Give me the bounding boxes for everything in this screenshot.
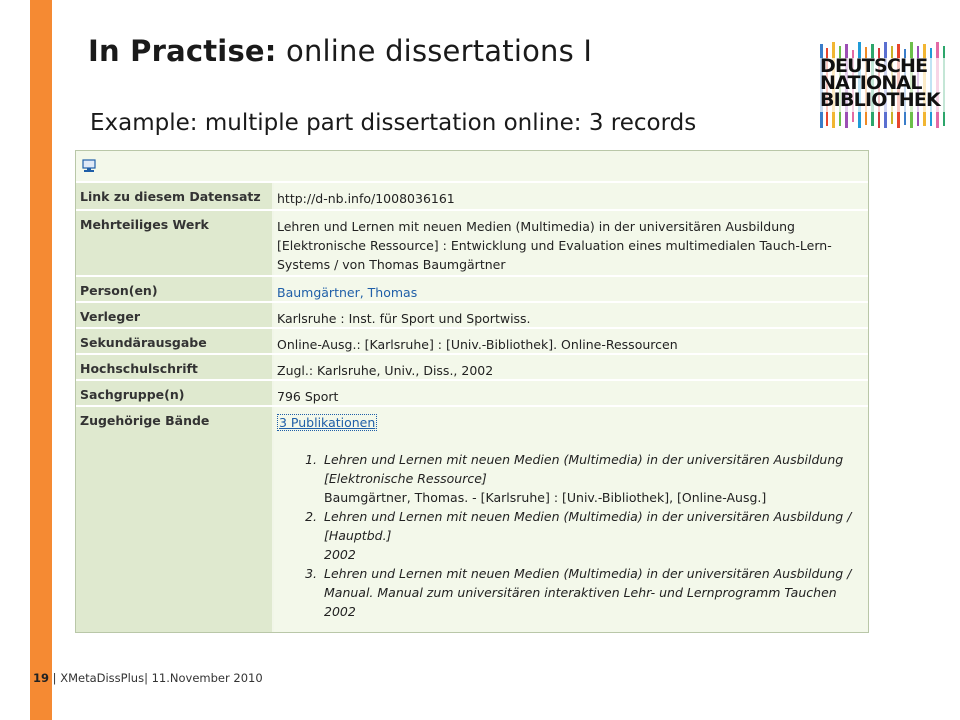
record-row-secondary-edition: Sekundärausgabe Online-Ausg.: [Karlsruhe… [76, 329, 868, 355]
row-label: Sachgruppe(n) [76, 381, 272, 405]
record-row-multipart-work: Mehrteiliges Werk Lehren und Lernen mit … [76, 211, 868, 277]
catalog-record-table: Link zu diesem Datensatz http://d-nb.inf… [75, 150, 869, 633]
row-label: Mehrteiliges Werk [76, 211, 272, 275]
page-number: 19 [33, 671, 50, 685]
slide-title-rest: online dissertations I [276, 34, 593, 68]
person-link[interactable]: Baumgärtner, Thomas [274, 277, 868, 301]
record-row-persons: Person(en) Baumgärtner, Thomas [76, 277, 868, 303]
record-row-thesis: Hochschulschrift Zugl.: Karlsruhe, Univ.… [76, 355, 868, 381]
logo-wordmark: DEUTSCHE NATIONAL BIBLIOTHEK [820, 57, 941, 111]
footer-text: | XMetaDissPlus| 11.November 2010 [49, 671, 263, 685]
row-label: Hochschulschrift [76, 355, 272, 379]
record-row-publisher: Verleger Karlsruhe : Inst. für Sport und… [76, 303, 868, 329]
publication-item[interactable]: Lehren und Lernen mit neuen Medien (Mult… [321, 564, 862, 621]
row-value: Lehren und Lernen mit neuen Medien (Mult… [274, 211, 868, 275]
record-row-link: Link zu diesem Datensatz http://d-nb.inf… [76, 183, 868, 211]
row-value-volumes: 3 Publikationen Lehren und Lernen mit ne… [274, 407, 868, 632]
publication-detail: 2002 [324, 604, 356, 619]
slide-title: In Practise: online dissertations I [88, 34, 592, 68]
publication-title[interactable]: Lehren und Lernen mit neuen Medien (Mult… [324, 452, 843, 486]
record-row-related-volumes: Zugehörige Bände 3 Publikationen Lehren … [76, 407, 868, 632]
publication-item[interactable]: Lehren und Lernen mit neuen Medien (Mult… [321, 507, 862, 564]
publication-detail: Baumgärtner, Thomas. - [Karlsruhe] : [Un… [324, 490, 767, 505]
dnb-logo: DEUTSCHE NATIONAL BIBLIOTHEK [818, 42, 950, 128]
row-value: http://d-nb.info/1008036161 [274, 183, 868, 209]
slide-footer: 19 | XMetaDissPlus| 11.November 2010 [33, 671, 263, 685]
row-value: Online-Ausg.: [Karlsruhe] : [Univ.-Bibli… [274, 329, 868, 353]
row-label: Verleger [76, 303, 272, 327]
accent-sidebar-bar [30, 0, 52, 720]
row-label: Link zu diesem Datensatz [76, 183, 272, 209]
logo-line-3: BIBLIOTHEK [820, 89, 941, 111]
row-value: Karlsruhe : Inst. für Sport und Sportwis… [274, 303, 868, 327]
publications-link[interactable]: 3 Publikationen [277, 414, 378, 431]
row-label: Person(en) [76, 277, 272, 301]
slide-subtitle: Example: multiple part dissertation onli… [90, 110, 697, 136]
publication-list: Lehren und Lernen mit neuen Medien (Mult… [277, 450, 862, 621]
computer-icon[interactable] [82, 159, 96, 173]
record-row-subject-group: Sachgruppe(n) 796 Sport [76, 381, 868, 407]
slide-title-bold: In Practise: [88, 34, 277, 68]
publication-detail: 2002 [324, 547, 356, 562]
record-toolbar [76, 151, 868, 183]
row-label: Sekundärausgabe [76, 329, 272, 353]
publication-item[interactable]: Lehren und Lernen mit neuen Medien (Mult… [321, 450, 862, 507]
row-value: 796 Sport [274, 381, 868, 405]
row-value: Zugl.: Karlsruhe, Univ., Diss., 2002 [274, 355, 868, 379]
publication-title[interactable]: Lehren und Lernen mit neuen Medien (Mult… [324, 566, 851, 600]
publication-title[interactable]: Lehren und Lernen mit neuen Medien (Mult… [324, 509, 851, 543]
row-label: Zugehörige Bände [76, 407, 272, 632]
